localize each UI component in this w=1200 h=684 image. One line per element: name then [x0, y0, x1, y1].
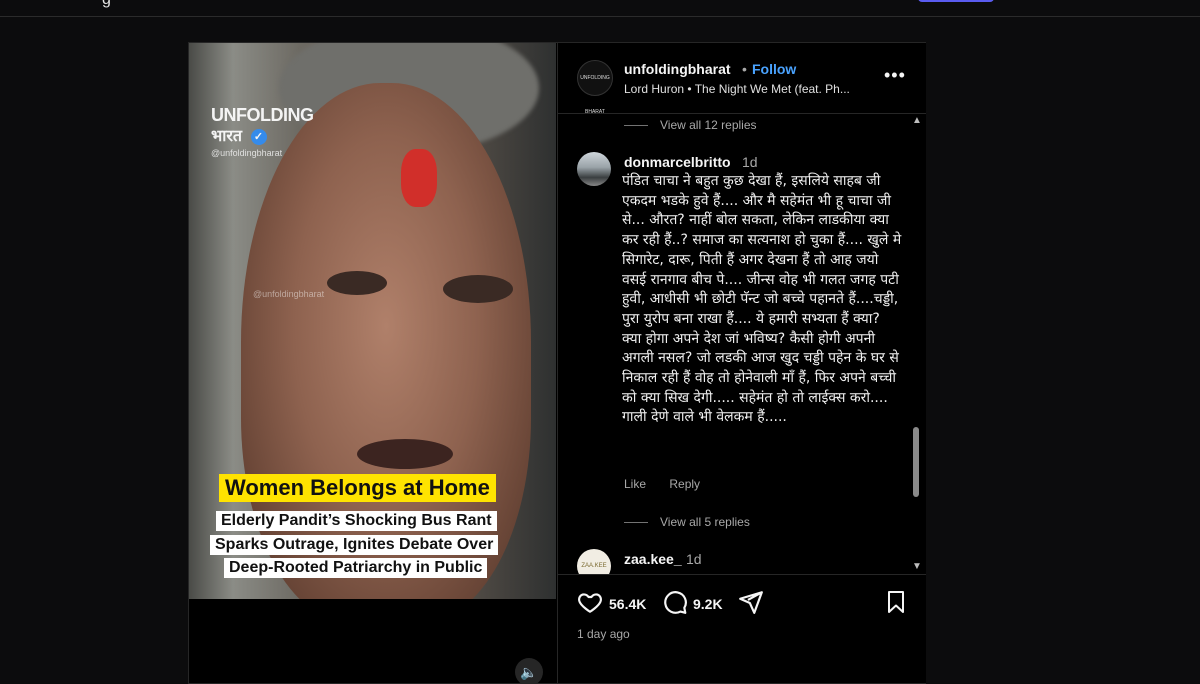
comment-text: पंडित चाचा ने बहुत कुछ देखा हैं, इसलिये …: [622, 173, 902, 426]
face-mouth: [357, 439, 453, 469]
video-watermark: @unfoldingbharat: [253, 289, 325, 299]
tilak-mark: [401, 149, 437, 207]
logo-line-2-row: भारत ✓: [211, 124, 314, 146]
comment-list: View all 12 replies donmarcelbritto 1d प…: [558, 114, 926, 574]
scrollbar-thumb[interactable]: [913, 427, 919, 497]
overlay-handle: @unfoldingbharat: [211, 148, 283, 158]
follow-button[interactable]: Follow: [752, 61, 796, 77]
scroll-down-arrow-icon[interactable]: ▼: [912, 561, 922, 572]
comment-username[interactable]: zaa.kee_: [624, 551, 682, 567]
channel-logo-overlay: UNFOLDING भारत ✓ @unfoldingbharat: [211, 105, 314, 158]
more-options-icon[interactable]: •••: [884, 65, 906, 86]
face-eye-right: [443, 275, 513, 303]
view-replies-label: View all 5 replies: [660, 515, 750, 529]
comment-reply-button[interactable]: Reply: [669, 477, 700, 491]
top-navigation-bar: g: [0, 0, 1200, 17]
post-actions-bar: 56.4K 9.2K 1 day ago: [558, 574, 926, 684]
view-replies-label: View all 12 replies: [660, 118, 757, 132]
header-separator: •: [742, 61, 747, 77]
author-avatar[interactable]: UNFOLDING BHARAT: [577, 60, 613, 115]
video-subline-2: Sparks Outrage, Ignites Debate Over: [210, 535, 499, 555]
video-subline-1: Elderly Pandit’s Shocking Bus Rant: [216, 511, 497, 531]
post-dialog: UNFOLDING भारत ✓ @unfoldingbharat @unfol…: [188, 42, 926, 684]
nav-text-fragment: g: [102, 0, 111, 9]
comment-username[interactable]: donmarcelbritto: [624, 154, 731, 170]
video-subline-3: Deep-Rooted Patriarchy in Public: [224, 558, 488, 578]
verified-badge-icon: ✓: [250, 128, 267, 145]
heart-icon[interactable]: [577, 589, 603, 617]
audio-track-link[interactable]: Lord Huron • The Night We Met (feat. Ph.…: [624, 82, 884, 96]
nav-action-button[interactable]: [918, 0, 994, 2]
commenter-avatar[interactable]: [577, 152, 611, 186]
post-timestamp[interactable]: 1 day ago: [577, 627, 630, 641]
logo-line-2: भारत: [211, 128, 243, 145]
logo-line-1: UNFOLDING: [211, 105, 314, 125]
post-header: UNFOLDING BHARAT unfoldingbharat • Follo…: [558, 43, 926, 115]
comment-actions: Like Reply: [624, 477, 720, 491]
like-count[interactable]: 56.4K: [609, 596, 646, 612]
replies-dash: [624, 125, 648, 127]
scroll-up-arrow-icon[interactable]: ▲: [912, 115, 922, 126]
speaker-icon[interactable]: 🔈: [515, 658, 543, 683]
view-replies-button[interactable]: View all 12 replies: [624, 118, 757, 132]
author-username[interactable]: unfoldingbharat: [624, 61, 731, 77]
comment-like-button[interactable]: Like: [624, 477, 646, 491]
view-replies-button[interactable]: View all 5 replies: [624, 515, 750, 529]
comment-timestamp[interactable]: 1d: [742, 154, 758, 170]
video-headline: Women Belongs at Home: [219, 474, 496, 502]
commenter-avatar[interactable]: ZAA.KEE: [577, 549, 611, 574]
face-eye-left: [327, 271, 387, 295]
comment-count[interactable]: 9.2K: [693, 596, 723, 612]
share-icon[interactable]: [738, 589, 764, 617]
comment-timestamp[interactable]: 1d: [686, 551, 702, 567]
comment-icon[interactable]: [662, 589, 688, 617]
reel-video[interactable]: UNFOLDING भारत ✓ @unfoldingbharat @unfol…: [189, 43, 556, 683]
comments-scrollbar[interactable]: ▲ ▼: [910, 115, 922, 573]
replies-dash: [624, 522, 648, 524]
comments-panel: UNFOLDING BHARAT unfoldingbharat • Follo…: [557, 43, 926, 683]
bookmark-icon[interactable]: [884, 589, 908, 617]
